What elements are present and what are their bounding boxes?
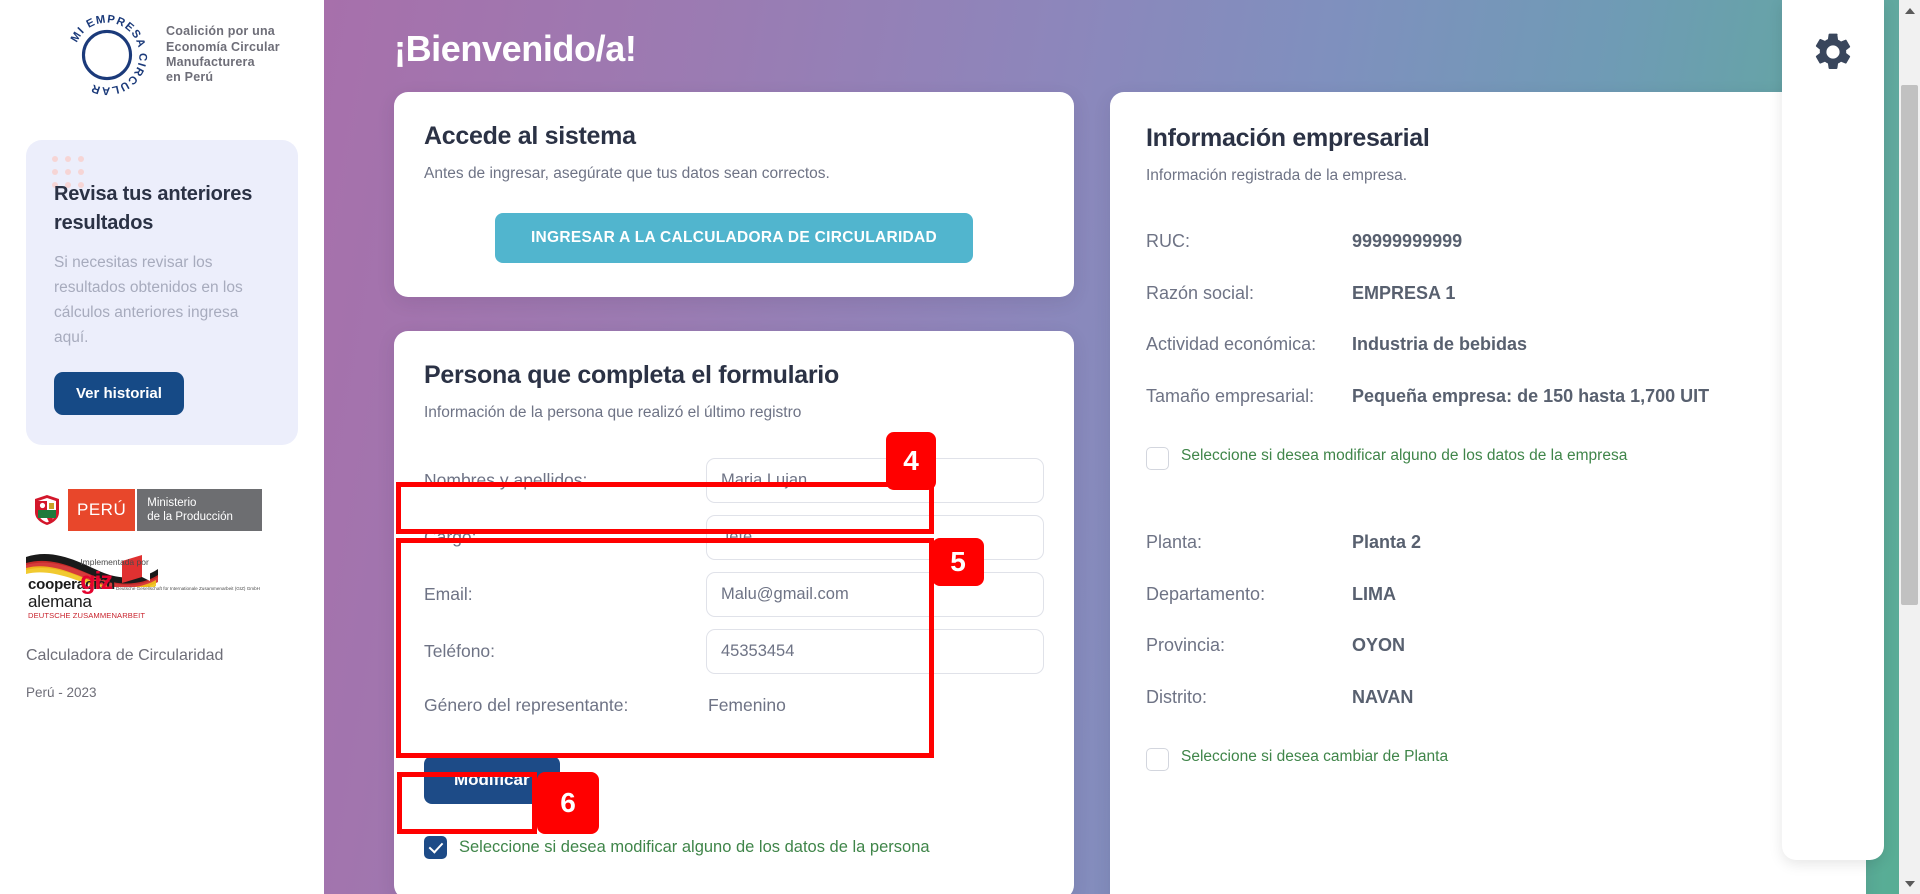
ministry-line-1: Ministerio <box>147 497 197 510</box>
footer-app-name: Calculadora de Circularidad <box>26 647 224 665</box>
label-cargo: Cargo: <box>424 527 477 547</box>
ministry-logo: PERÚ Ministerio de la Producción <box>26 489 262 532</box>
implemented-by-label: Implementada por <box>80 557 149 568</box>
giz-full-name: Deutsche Gesellschaft für Internationale… <box>116 585 260 591</box>
company-row-planta: Planta: Planta 2 <box>1146 530 1830 556</box>
label-genero: Género del representante: <box>424 694 629 715</box>
giz-brand-block: Implementada por giz Deutsche Gesellscha… <box>80 557 260 596</box>
company-value-ruc: 99999999999 <box>1352 231 1463 251</box>
settings-panel <box>1782 0 1884 860</box>
person-form-card: Persona que completa el formulario Infor… <box>394 331 1074 894</box>
modify-company-checkbox-label: Seleccione si desea modificar alguno de … <box>1181 447 1628 465</box>
company-value-razon-social: EMPRESA 1 <box>1352 282 1456 303</box>
modify-person-checkbox-label: Seleccione si desea modificar alguno de … <box>459 838 930 856</box>
circular-logo-icon: MI EMPRESA CIRCULAR <box>58 6 156 104</box>
annotation-badge-4: 4 <box>886 432 936 490</box>
company-row-tamano: Tamaño empresarial: Pequeña empresa: de … <box>1146 384 1830 410</box>
history-card-title: Revisa tus anteriores resultados <box>54 183 253 234</box>
ministry-peru-label: PERÚ <box>68 489 136 532</box>
history-card: Revisa tus anteriores resultados Si nece… <box>26 140 298 446</box>
brand-logo: MI EMPRESA CIRCULAR Coalición por una Ec… <box>26 0 298 104</box>
scroll-down-arrow-icon[interactable] <box>1899 873 1920 894</box>
value-genero: Femenino <box>708 694 786 715</box>
access-card-subtitle: Antes de ingresar, asegúrate que tus dat… <box>424 165 830 182</box>
modify-company-checkbox-row[interactable]: Seleccione si desea modificar alguno de … <box>1146 447 1830 471</box>
gear-icon[interactable] <box>1811 30 1855 74</box>
svg-text:MI EMPRESA CIRCULAR: MI EMPRESA CIRCULAR <box>69 13 149 96</box>
giz-logo: cooperación alemana DEUTSCHE ZUSAMMENARB… <box>26 551 262 621</box>
brand-tagline: Coalición por una Economía Circular Manu… <box>166 24 280 85</box>
change-plant-checkbox-row[interactable]: Seleccione si desea cambiar de Planta <box>1146 748 1830 772</box>
field-row-genero: Género del representante: Femenino <box>424 680 1044 730</box>
person-card-title: Persona que completa el formulario <box>424 361 839 389</box>
company-row-ruc: RUC: 99999999999 <box>1146 229 1830 255</box>
access-card-title: Accede al sistema <box>424 122 636 150</box>
left-column: Accede al sistema Antes de ingresar, ase… <box>394 92 1074 894</box>
change-plant-checkbox-label: Seleccione si desea cambiar de Planta <box>1181 748 1449 766</box>
label-telefono: Teléfono: <box>424 641 496 661</box>
sidebar: MI EMPRESA CIRCULAR Coalición por una Ec… <box>0 0 324 894</box>
ministry-name: Ministerio de la Producción <box>135 489 262 532</box>
modify-company-checkbox[interactable] <box>1146 447 1169 471</box>
enter-calculator-button[interactable]: INGRESAR A LA CALCULADORA DE CIRCULARIDA… <box>494 213 974 263</box>
field-row-nombres: Nombres y apellidos: Maria Lujan <box>424 452 1044 509</box>
main-content: ¡Bienvenido/a! Accede al sistema Antes d… <box>324 0 1920 894</box>
company-value-provincia: OYON <box>1352 635 1406 656</box>
company-value-departamento: LIMA <box>1352 583 1396 604</box>
giz-wordmark: giz <box>80 567 113 596</box>
input-telefono[interactable]: 45353454 <box>706 629 1044 674</box>
company-value-actividad: Industria de bebidas <box>1352 334 1528 355</box>
company-card-title: Información empresarial <box>1146 124 1430 152</box>
field-row-telefono: Teléfono: 45353454 <box>424 623 1044 680</box>
input-cargo[interactable]: Jefe <box>706 515 1044 560</box>
company-key-razon-social: Razón social: <box>1146 282 1255 303</box>
company-key-provincia: Provincia: <box>1146 635 1226 656</box>
person-form-fields: Nombres y apellidos: Maria Lujan Cargo: … <box>424 452 1044 730</box>
coop-line-3: DEUTSCHE ZUSAMMENARBEIT <box>28 611 146 621</box>
company-row-provincia: Provincia: OYON <box>1146 633 1830 659</box>
label-email: Email: <box>424 584 473 604</box>
footer-country-year: Perú - 2023 <box>26 685 97 701</box>
company-key-tamano: Tamaño empresarial: <box>1146 385 1315 406</box>
right-column: Información empresarial Información regi… <box>1110 92 1866 894</box>
view-history-button[interactable]: Ver historial <box>54 372 184 416</box>
history-card-body: Si necesitas revisar los resultados obte… <box>54 254 243 347</box>
coop-line-2: alemana <box>28 592 92 612</box>
company-key-distrito: Distrito: <box>1146 686 1208 707</box>
company-value-distrito: NAVAN <box>1352 686 1414 707</box>
label-nombres: Nombres y apellidos: <box>424 470 588 490</box>
company-row-actividad: Actividad económica: Industria de bebida… <box>1146 332 1830 358</box>
peru-coat-of-arms-icon <box>26 489 68 532</box>
company-value-planta: Planta 2 <box>1352 532 1422 553</box>
company-card-subtitle: Información registrada de la empresa. <box>1146 167 1408 184</box>
content-columns: Accede al sistema Antes de ingresar, ase… <box>364 70 1920 894</box>
company-key-ruc: RUC: <box>1146 231 1190 251</box>
ministry-line-2: de la Producción <box>147 511 233 524</box>
vertical-scrollbar[interactable] <box>1899 0 1920 894</box>
company-row-distrito: Distrito: NAVAN <box>1146 685 1830 711</box>
scrollbar-thumb[interactable] <box>1901 85 1918 605</box>
company-key-departamento: Departamento: <box>1146 583 1266 604</box>
app-root: MI EMPRESA CIRCULAR Coalición por una Ec… <box>0 0 1920 894</box>
company-row-departamento: Departamento: LIMA <box>1146 582 1830 608</box>
change-plant-checkbox[interactable] <box>1146 748 1169 772</box>
input-nombres[interactable]: Maria Lujan <box>706 458 1044 503</box>
person-card-subtitle: Información de la persona que realizó el… <box>424 404 802 421</box>
annotation-badge-5: 5 <box>932 538 984 586</box>
annotation-badge-6: 6 <box>537 772 599 834</box>
modify-person-checkbox-row[interactable]: Seleccione si desea modificar alguno de … <box>424 836 1044 859</box>
section-separator <box>1146 470 1830 504</box>
page-title: ¡Bienvenido/a! <box>394 28 637 69</box>
company-key-actividad: Actividad económica: <box>1146 334 1317 355</box>
input-email[interactable]: Malu@gmail.com <box>706 572 1044 617</box>
scroll-up-arrow-icon[interactable] <box>1899 0 1920 21</box>
company-value-tamano: Pequeña empresa: de 150 hasta 1,700 UIT <box>1352 385 1710 406</box>
company-row-razon-social: Razón social: EMPRESA 1 <box>1146 281 1830 307</box>
company-info-card: Información empresarial Información regi… <box>1110 92 1866 894</box>
access-card: Accede al sistema Antes de ingresar, ase… <box>394 92 1074 297</box>
modify-person-checkbox[interactable] <box>424 836 447 859</box>
company-key-planta: Planta: <box>1146 532 1203 553</box>
